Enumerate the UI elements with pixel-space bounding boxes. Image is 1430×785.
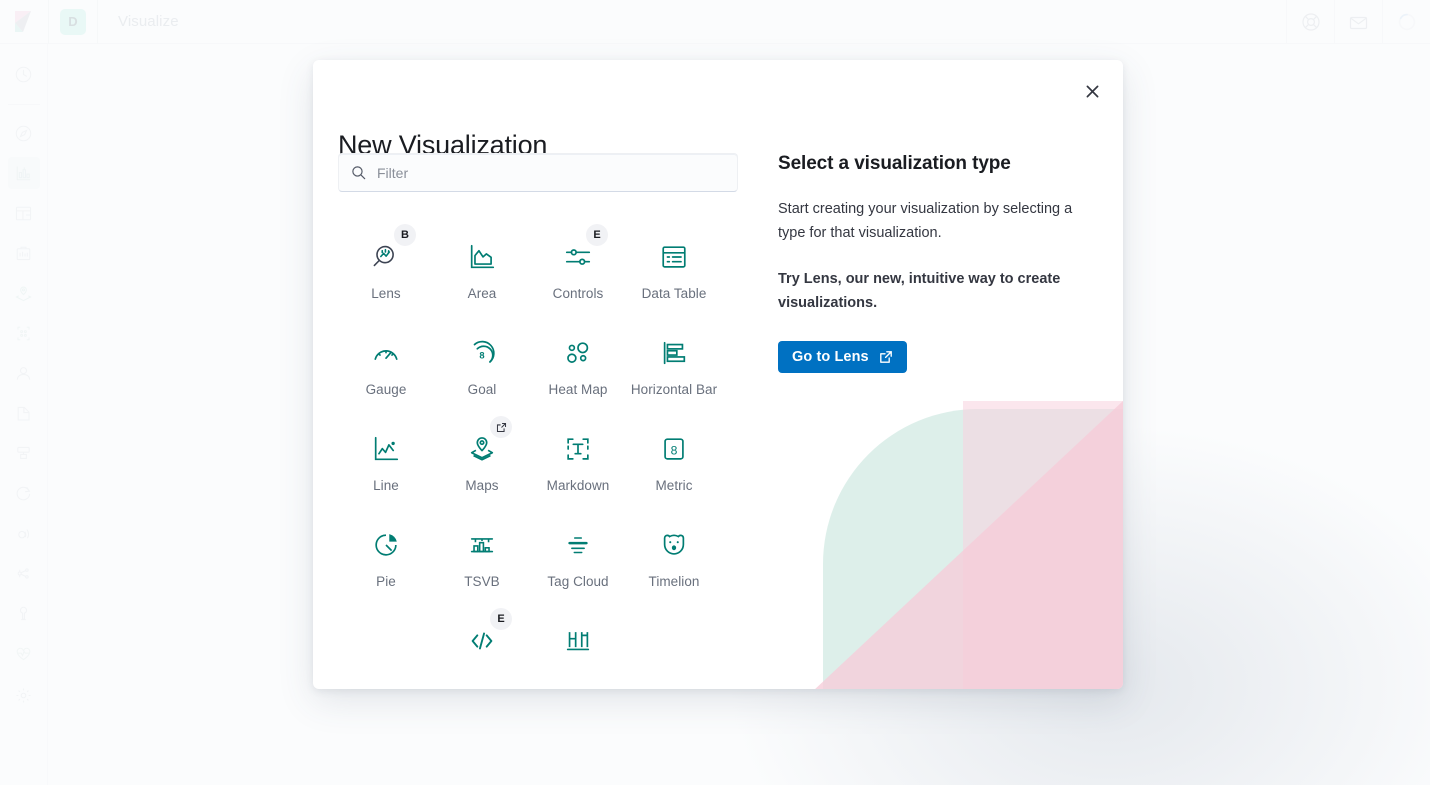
vis-type-label: Maps: [465, 478, 499, 493]
goal-icon: 8: [467, 336, 497, 370]
vis-type-label: Data Table: [641, 286, 707, 301]
vis-type-markdown[interactable]: Markdown: [530, 412, 626, 508]
area-chart-icon: [467, 240, 497, 274]
filter-field[interactable]: [338, 153, 738, 192]
app-root: D Visualize New Visualization Filter B L…: [0, 0, 1430, 785]
controls-sliders-icon: [563, 240, 593, 274]
decoration-pink-block: [963, 401, 1123, 689]
search-input[interactable]: [366, 164, 737, 181]
vis-type-grid: B Lens Area E Controls Data Table Gauge …: [338, 220, 738, 665]
lens-icon: [371, 240, 401, 274]
vis-type-label: TSVB: [464, 574, 500, 589]
vis-type-label: Controls: [552, 286, 604, 301]
horizontal-bar-icon: [659, 336, 689, 370]
vis-type-gauge[interactable]: Gauge: [338, 316, 434, 412]
badge-external-link-icon: [490, 416, 512, 438]
vis-type-horizontal-bar[interactable]: Horizontal Bar: [626, 316, 722, 412]
vis-type-label: Area: [467, 286, 497, 301]
vis-type-controls[interactable]: E Controls: [530, 220, 626, 316]
panel-title: Select a visualization type: [778, 153, 1011, 174]
heat-map-icon: [563, 336, 593, 370]
grid-empty-cell: [338, 604, 434, 665]
vis-type-heat-map[interactable]: Heat Map: [530, 316, 626, 412]
vis-type-goal[interactable]: 8 Goal: [434, 316, 530, 412]
badge-experimental: E: [586, 224, 608, 246]
badge-basic: B: [394, 224, 416, 246]
vis-type-vega[interactable]: E Vega: [434, 604, 530, 665]
vis-type-label: Horizontal Bar: [630, 382, 718, 397]
tag-cloud-icon: [563, 528, 593, 562]
data-table-icon: [659, 240, 689, 274]
vis-type-label: Heat Map: [548, 382, 608, 397]
decoration-teal-arc: [823, 409, 1123, 689]
gauge-icon: [371, 336, 401, 370]
vis-type-vertical-bar[interactable]: Vertical Bar: [530, 604, 626, 665]
vis-type-line[interactable]: Line: [338, 412, 434, 508]
vis-type-label: Timelion: [648, 574, 700, 589]
vis-type-maps[interactable]: Maps: [434, 412, 530, 508]
vis-type-label: Lens: [371, 286, 401, 301]
pie-chart-icon: [371, 528, 401, 562]
vis-type-label: Gauge: [365, 382, 407, 397]
vis-type-lens[interactable]: B Lens: [338, 220, 434, 316]
panel-description: Start creating your visualization by sel…: [778, 201, 1073, 241]
maps-layers-icon: [467, 432, 497, 466]
vega-code-icon: [467, 624, 497, 658]
close-icon[interactable]: [1078, 77, 1106, 105]
timelion-bear-icon: [659, 528, 689, 562]
badge-experimental: E: [490, 608, 512, 630]
vis-type-tsvb[interactable]: TSVB: [434, 508, 530, 604]
vis-type-tag-cloud[interactable]: Tag Cloud: [530, 508, 626, 604]
search-icon: [351, 165, 366, 180]
vis-type-timelion[interactable]: Timelion: [626, 508, 722, 604]
vis-type-label: Markdown: [546, 478, 610, 493]
metric-number-icon: 8: [659, 432, 689, 466]
vis-type-data-table[interactable]: Data Table: [626, 220, 722, 316]
decoration-pink-triangle: [813, 401, 1123, 689]
vis-type-pie[interactable]: Pie: [338, 508, 434, 604]
vis-type-label: Pie: [376, 574, 396, 589]
vis-type-info-panel: Select a visualization type Start creati…: [778, 153, 1098, 373]
panel-lens-promo: Try Lens, our new, intuitive way to crea…: [778, 271, 1061, 311]
vis-type-picker: B Lens: [338, 153, 738, 665]
markdown-text-icon: [563, 432, 593, 466]
go-to-lens-label: Go to Lens: [792, 349, 869, 365]
vis-type-label: Tag Cloud: [547, 574, 609, 589]
go-to-lens-button[interactable]: Go to Lens: [778, 341, 907, 373]
line-chart-icon: [371, 432, 401, 466]
external-link-icon: [879, 350, 893, 364]
vis-type-metric[interactable]: 8 Metric: [626, 412, 722, 508]
vis-type-label: Goal: [467, 382, 497, 397]
vis-type-area[interactable]: Area: [434, 220, 530, 316]
svg-text:8: 8: [479, 351, 484, 361]
new-visualization-modal: New Visualization B: [313, 60, 1123, 689]
svg-text:8: 8: [671, 444, 678, 458]
vis-type-label: Line: [373, 478, 399, 493]
vertical-bar-icon: [563, 624, 593, 658]
vis-type-grid-scroll: B Lens Area E Controls Data Table Gauge …: [338, 220, 738, 665]
tsvb-icon: [467, 528, 497, 562]
vis-type-label: Metric: [655, 478, 693, 493]
